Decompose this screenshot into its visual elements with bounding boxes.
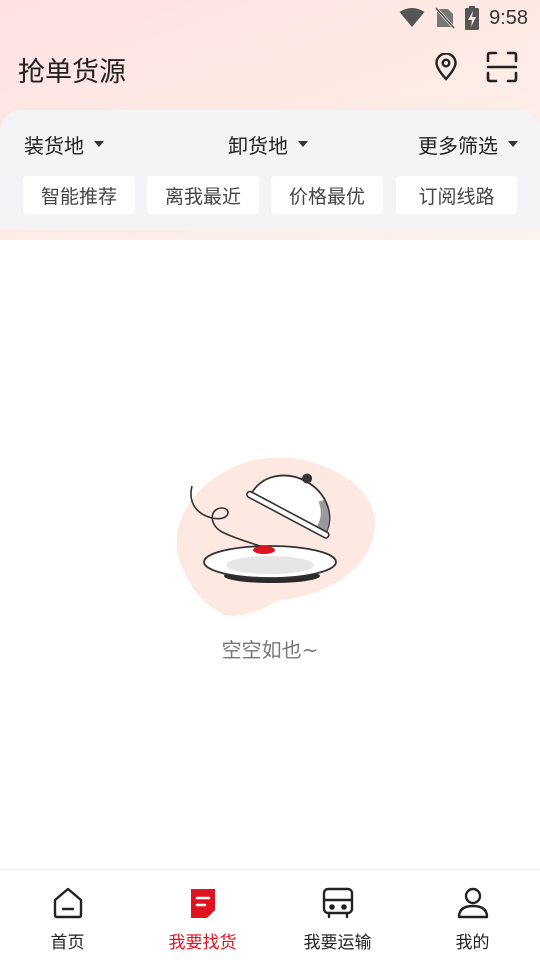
chip-subscribed-routes[interactable]: 订阅线路: [396, 176, 517, 214]
more-filters-dropdown[interactable]: 更多筛选: [418, 124, 518, 164]
truck-icon: [320, 886, 356, 924]
nav-label: 我要找货: [168, 933, 237, 953]
dropdown-label: 卸货地: [228, 133, 288, 158]
caret-down-icon: [508, 141, 518, 147]
nav-item-find-cargo[interactable]: 我要找货: [135, 870, 270, 960]
loading-place-dropdown[interactable]: 装货地: [24, 124, 104, 164]
empty-state-illustration: [160, 452, 380, 622]
nav-label: 我的: [455, 933, 490, 953]
scan-icon: [486, 51, 518, 87]
battery-charging-icon: [465, 6, 480, 30]
unloading-place-dropdown[interactable]: 卸货地: [228, 124, 308, 164]
nav-item-transport[interactable]: 我要运输: [270, 870, 405, 960]
nav-item-mine[interactable]: 我的: [405, 870, 540, 960]
dropdown-row: 装货地 卸货地 更多筛选: [0, 124, 540, 164]
nav-label: 首页: [50, 933, 85, 953]
location-button[interactable]: [426, 49, 466, 89]
nav-label: 我要运输: [303, 933, 372, 953]
chip-nearest[interactable]: 离我最近: [147, 176, 259, 214]
chip-smart-recommend[interactable]: 智能推荐: [23, 176, 135, 214]
empty-state-text: 空空如也~: [221, 638, 319, 662]
user-icon: [456, 886, 490, 924]
caret-down-icon: [94, 141, 104, 147]
cargo-doc-icon: [186, 886, 220, 924]
status-bar: 9:58: [0, 0, 540, 36]
home-icon: [51, 886, 85, 924]
app-header: 抢单货源: [0, 44, 540, 94]
no-sim-icon: [435, 7, 456, 29]
scan-button[interactable]: [482, 49, 522, 89]
location-pin-icon: [434, 52, 458, 85]
dropdown-label: 更多筛选: [418, 133, 498, 158]
wifi-icon: [399, 8, 425, 28]
filter-panel: 装货地 卸货地 更多筛选 智能推荐 离我最近 价格最优 订阅线路: [0, 110, 540, 230]
dropdown-label: 装货地: [24, 133, 84, 158]
page-title: 抢单货源: [18, 56, 126, 87]
nav-item-home[interactable]: 首页: [0, 870, 135, 960]
sort-chip-row: 智能推荐 离我最近 价格最优 订阅线路: [0, 176, 540, 214]
caret-down-icon: [298, 141, 308, 147]
status-time: 9:58: [489, 6, 528, 29]
bottom-nav: 首页 我要找货 我要运输 我的: [0, 869, 540, 960]
chip-best-price[interactable]: 价格最优: [271, 176, 383, 214]
